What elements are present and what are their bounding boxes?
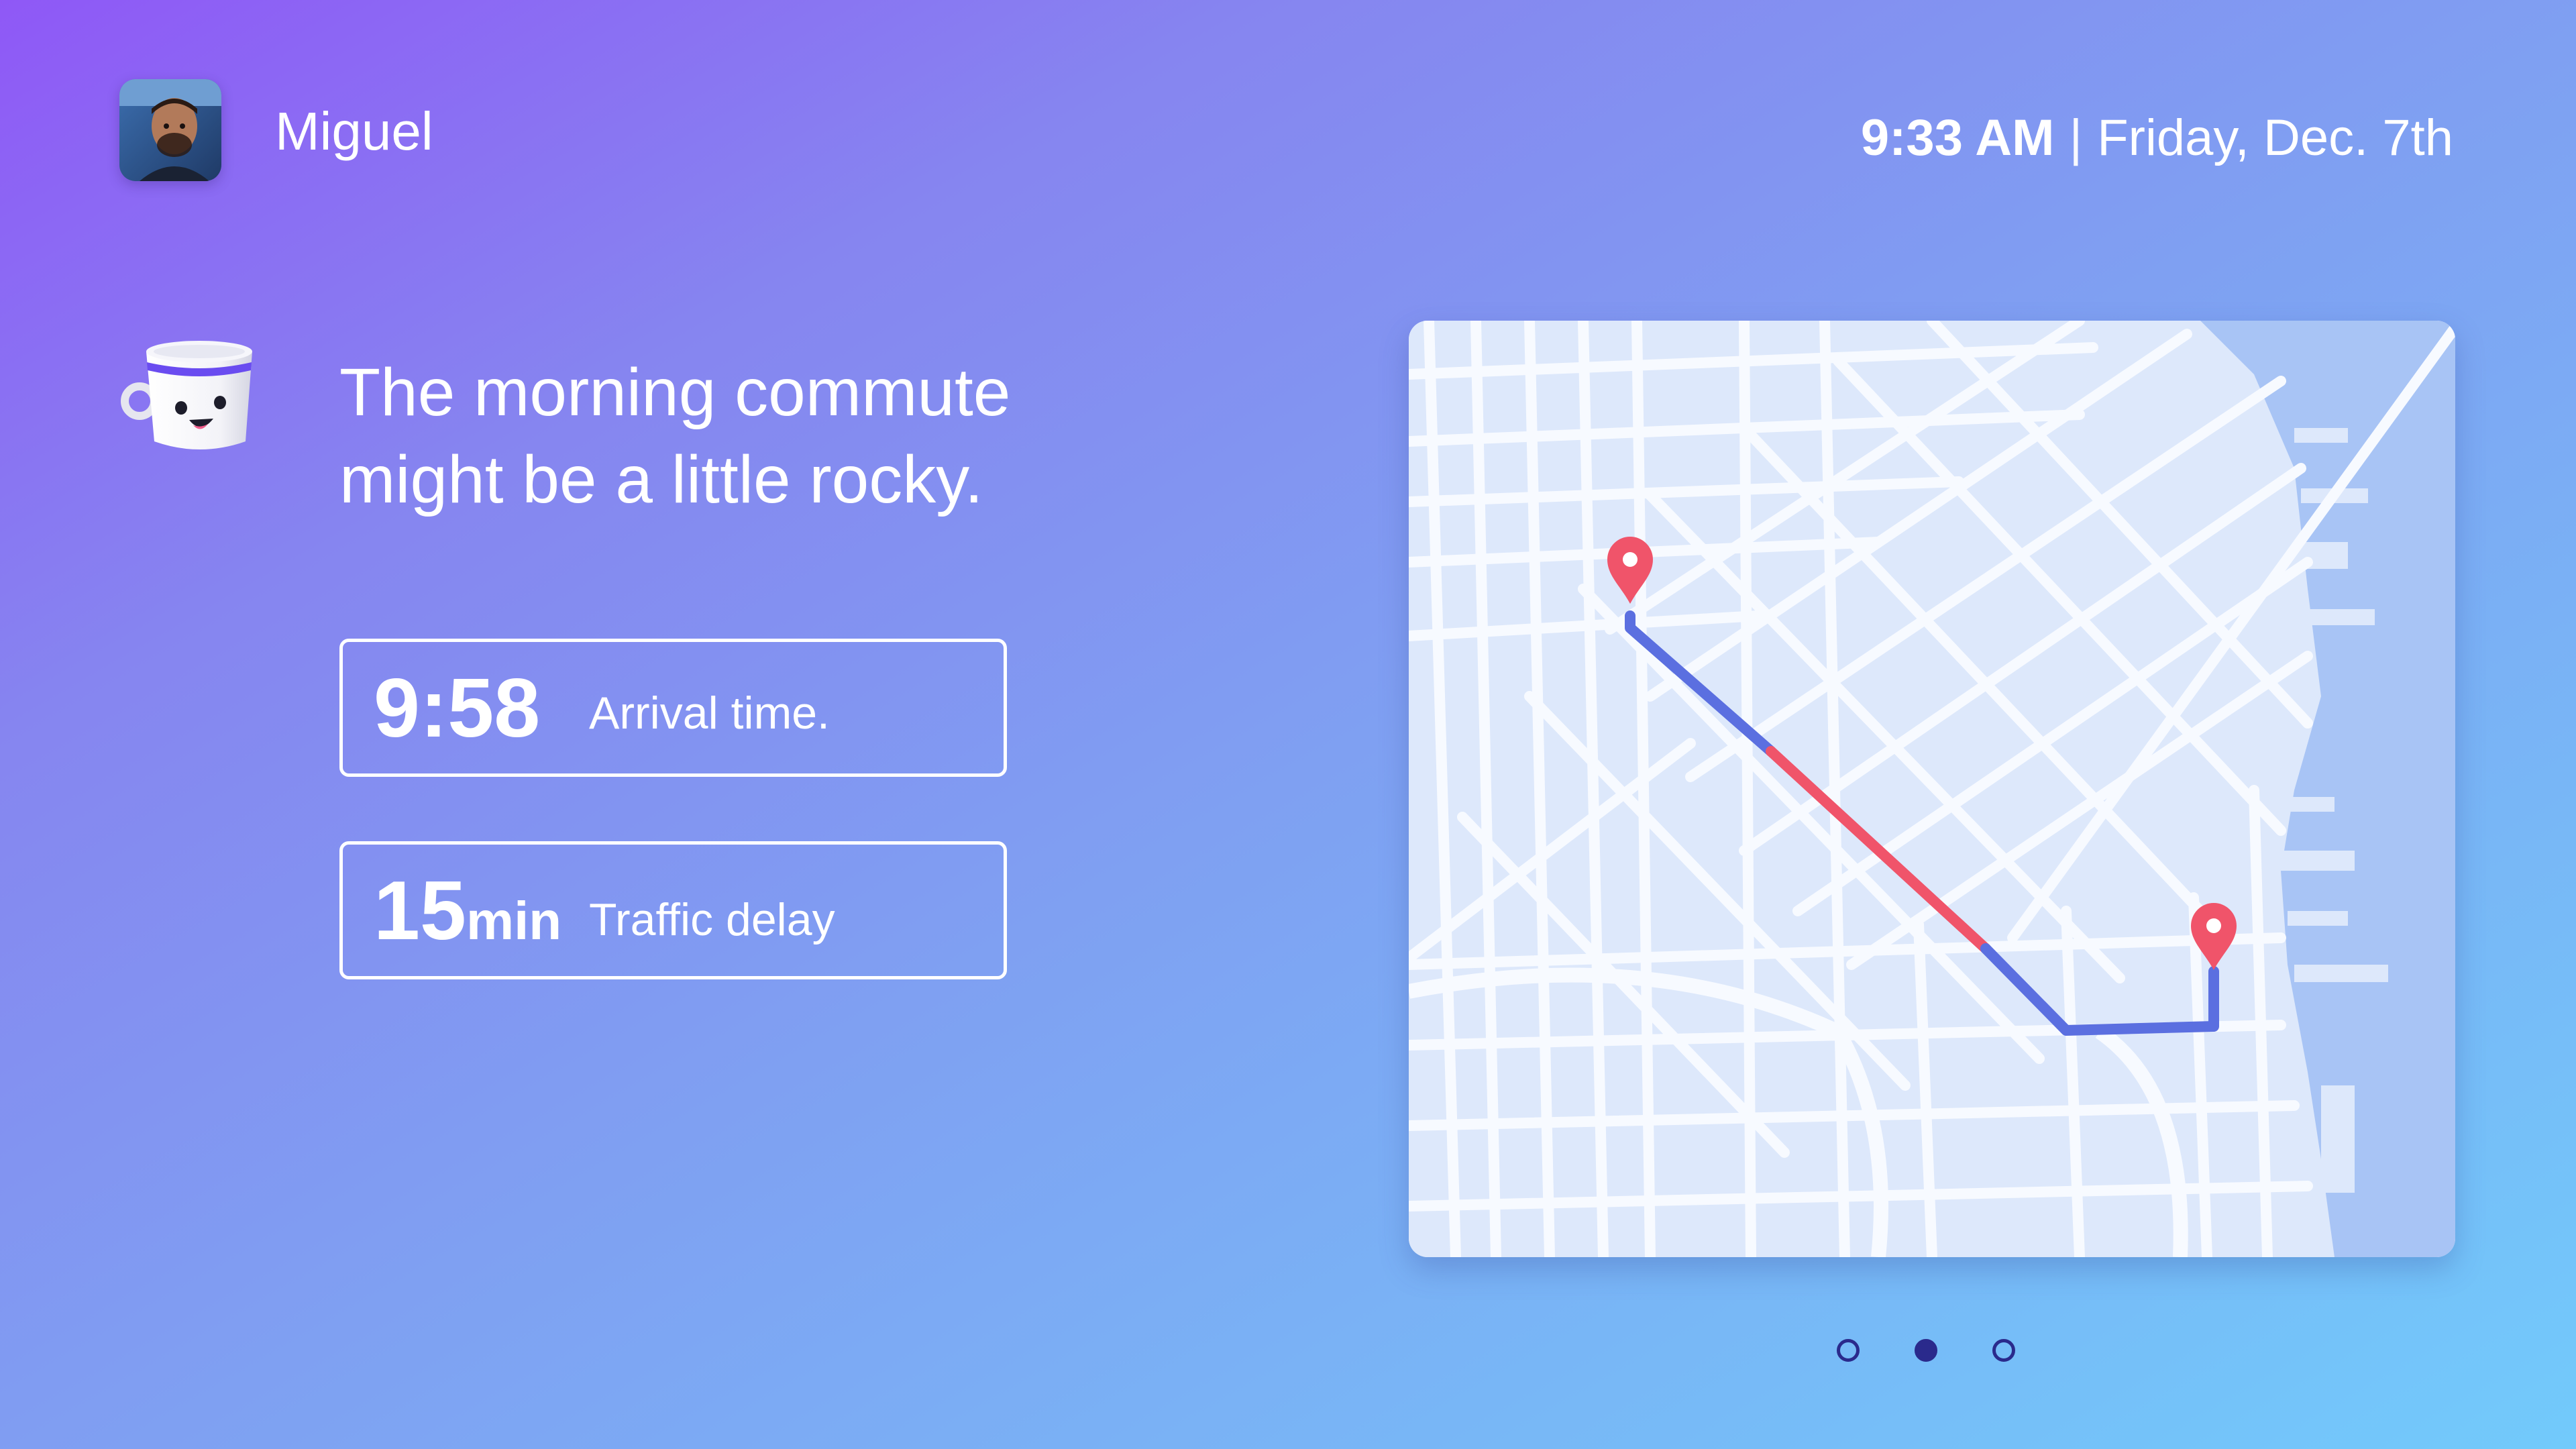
- coffee-cup-mascot-icon: [119, 327, 263, 462]
- clock-date: 9:33 AM | Friday, Dec. 7th: [1861, 106, 2453, 170]
- user-name: Miguel: [275, 101, 433, 161]
- current-date: Friday, Dec. 7th: [2097, 109, 2453, 166]
- current-time: 9:33 AM: [1860, 109, 2055, 166]
- arrival-time-number: 9:58: [374, 662, 541, 755]
- arrival-time-value: 9:58: [374, 665, 540, 752]
- map-canvas: [1409, 321, 2455, 1257]
- traffic-delay-card: 15min Traffic delay: [339, 841, 1007, 979]
- avatar-photo: [119, 79, 221, 181]
- commute-message: The morning commute might be a little ro…: [339, 349, 1077, 523]
- page-dot-3[interactable]: [1992, 1339, 2015, 1362]
- traffic-delay-number: 15: [374, 865, 466, 957]
- arrival-time-label: Arrival time.: [589, 688, 830, 739]
- commute-message-line-2: might be a little rocky.: [339, 442, 983, 517]
- time-date-separator: |: [2069, 109, 2083, 166]
- pagination-dots: [1837, 1339, 2038, 1371]
- arrival-time-card: 9:58 Arrival time.: [339, 639, 1007, 777]
- page-dot-2-active[interactable]: [1915, 1339, 1937, 1362]
- user-avatar[interactable]: [119, 79, 221, 181]
- commute-message-line-1: The morning commute: [339, 355, 1011, 430]
- traffic-delay-unit: min: [466, 891, 562, 951]
- page-dot-1[interactable]: [1837, 1339, 1860, 1362]
- traffic-delay-label: Traffic delay: [589, 894, 835, 945]
- traffic-delay-value: 15min: [374, 867, 561, 965]
- route-map[interactable]: [1409, 321, 2455, 1257]
